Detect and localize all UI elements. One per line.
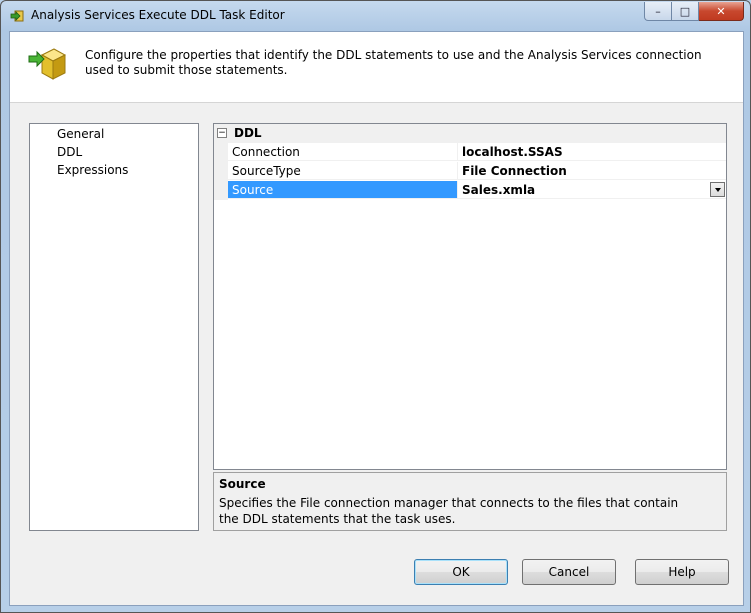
nav-item-expressions[interactable]: Expressions: [55, 162, 130, 179]
minimize-button[interactable]: –: [644, 2, 672, 21]
property-value-text: Sales.xmla: [462, 183, 536, 197]
row-gutter: [214, 181, 228, 200]
ddl-task-icon: [10, 10, 24, 22]
title-bar[interactable]: Analysis Services Execute DDL Task Edito…: [1, 1, 750, 31]
property-row-source[interactable]: Source Sales.xmla: [214, 181, 726, 200]
property-name-selected[interactable]: Source: [228, 181, 458, 199]
window-controls: – □ ✕: [644, 2, 744, 21]
property-description-panel: Source Specifies the File connection man…: [213, 472, 727, 531]
maximize-button[interactable]: □: [672, 2, 699, 21]
cube-arrow-icon: [28, 48, 66, 80]
category-row-ddl[interactable]: − DDL: [214, 124, 726, 143]
close-button[interactable]: ✕: [699, 2, 744, 21]
header-description: Configure the properties that identify t…: [85, 48, 702, 77]
property-row-sourcetype[interactable]: SourceType File Connection: [214, 162, 726, 181]
nav-item-ddl[interactable]: DDL: [55, 144, 84, 161]
property-row-connection[interactable]: Connection localhost.SSAS: [214, 143, 726, 162]
property-value[interactable]: localhost.SSAS: [458, 143, 726, 161]
dialog-client-area: Configure the properties that identify t…: [9, 31, 744, 606]
help-button[interactable]: Help: [635, 559, 729, 585]
property-name[interactable]: SourceType: [228, 162, 458, 180]
cancel-button[interactable]: Cancel: [522, 559, 616, 585]
chevron-down-icon: [714, 187, 721, 192]
row-gutter: [214, 143, 228, 162]
description-title: Source: [219, 477, 266, 491]
ok-button[interactable]: OK: [414, 559, 508, 585]
collapse-icon[interactable]: −: [217, 128, 227, 138]
row-gutter: [214, 162, 228, 181]
nav-item-general[interactable]: General: [55, 126, 106, 143]
page-nav-list: General DDL Expressions: [29, 123, 199, 531]
dialog-window: Analysis Services Execute DDL Task Edito…: [0, 0, 751, 613]
description-text: Specifies the File connection manager th…: [219, 496, 679, 526]
dropdown-arrow-button[interactable]: [710, 182, 725, 197]
category-label: DDL: [234, 126, 262, 140]
header-panel: Configure the properties that identify t…: [10, 32, 743, 103]
property-name[interactable]: Connection: [228, 143, 458, 161]
property-value[interactable]: File Connection: [458, 162, 726, 180]
property-value-dropdown[interactable]: Sales.xmla: [458, 181, 726, 199]
window-title: Analysis Services Execute DDL Task Edito…: [31, 8, 285, 22]
property-grid: − DDL Connection localhost.SSAS SourceTy…: [213, 123, 727, 470]
